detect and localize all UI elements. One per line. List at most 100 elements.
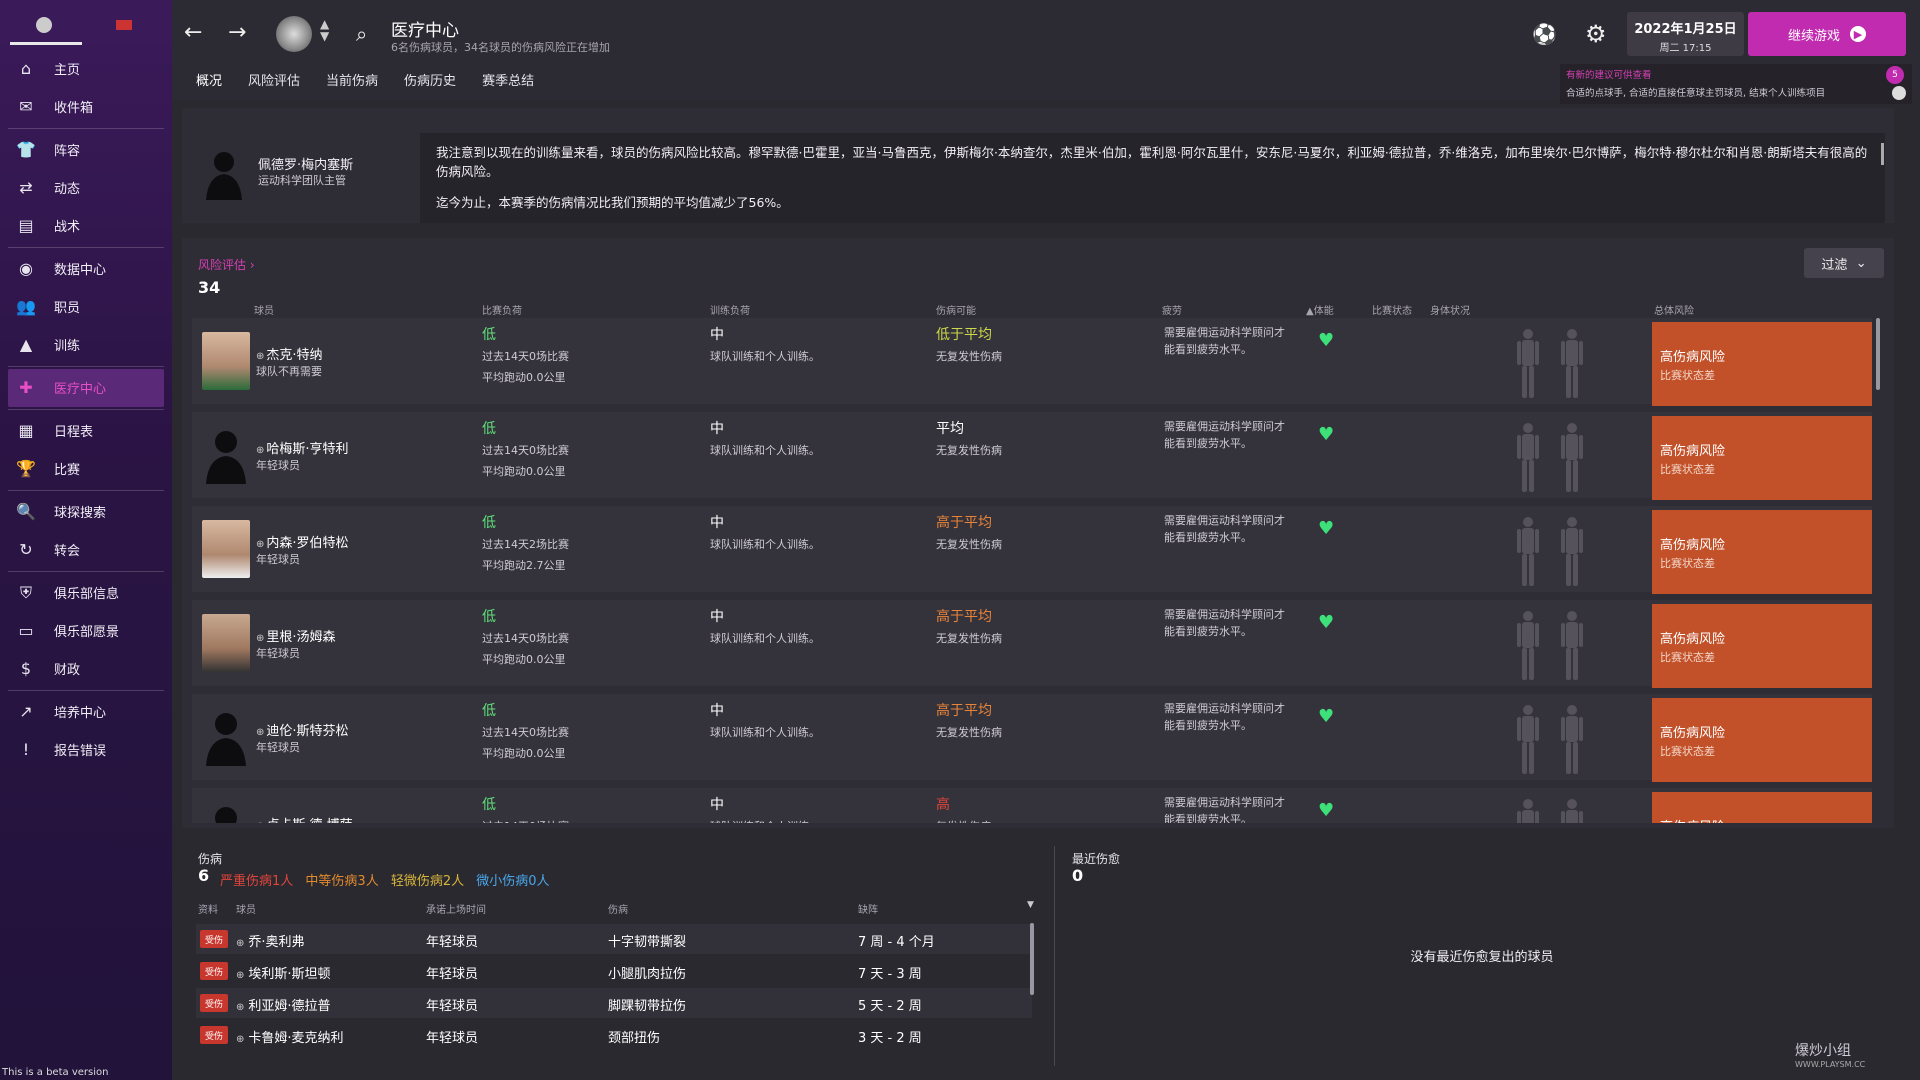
risk-row[interactable]: ⊕ 内森·罗伯特松 年轻球员 低 过去14天2场比赛 平均跑动2.7公里 中 球队…	[192, 506, 1872, 594]
col-overall-risk[interactable]: 总体风险	[1654, 302, 1694, 317]
risk-assessment-link[interactable]: 风险评估 ›	[198, 256, 255, 273]
col-training-load[interactable]: 训练负荷	[710, 302, 750, 317]
sidebar-item-trophy[interactable]: 🏆 比赛	[0, 450, 172, 488]
overall-risk-badge[interactable]: 高伤病风险比赛状态差	[1652, 698, 1872, 782]
risk-row[interactable]: ⊕ 里根·汤姆森 年轻球员 低 过去14天0场比赛 平均跑动0.0公里 中 球队训…	[192, 600, 1872, 688]
sidebar-item-inbox[interactable]: ✉ 收件箱	[0, 88, 172, 126]
player-name-cell[interactable]: ⊕ 内森·罗伯特松	[256, 532, 349, 551]
injury-row[interactable]: 受伤 ⊕ 利亚姆·德拉普 年轻球员 脚踝韧带拉伤 5 天 - 2 周	[196, 988, 1032, 1018]
injured-player-cell[interactable]: ⊕ 利亚姆·德拉普	[236, 995, 331, 1014]
date-display[interactable]: 2022年1月25日 周二 17:15	[1627, 12, 1744, 56]
search-icon[interactable]: ⌕	[356, 22, 367, 46]
tab-season-summary[interactable]: 赛季总结	[482, 64, 534, 100]
injury-row[interactable]: 受伤 ⊕ 乔·奥利弗 年轻球员 十字韧带撕裂 7 周 - 4 个月	[196, 924, 1032, 954]
col-injury[interactable]: 伤病	[608, 901, 628, 916]
recurring-injury-text: 无复发性伤病	[936, 726, 1002, 739]
col-match-load[interactable]: 比赛负荷	[482, 302, 522, 317]
risk-row[interactable]: ⊕ 哈梅斯·亨特利 年轻球员 低 过去14天0场比赛 平均跑动0.0公里 中 球队…	[192, 412, 1872, 500]
help-icon[interactable]: ⚽	[1532, 22, 1557, 46]
overall-risk-badge[interactable]: 高伤病风险比赛状态差	[1652, 510, 1872, 594]
player-name-cell[interactable]: ⊕ 里根·汤姆森	[256, 626, 336, 645]
sidebar-item-medical[interactable]: ✚ 医疗中心	[8, 369, 164, 407]
player-avatar[interactable]	[202, 614, 250, 672]
injury-type: 脚踝韧带拉伤	[608, 999, 687, 1014]
player-name-cell[interactable]: ⊕ 哈梅斯·亨特利	[256, 438, 349, 457]
injury-duration: 3 天 - 2 周	[858, 1031, 922, 1046]
col-promised-time[interactable]: 承诺上场时间	[426, 901, 486, 916]
recurring-injury-text: 无复发性伤病	[936, 350, 1002, 363]
risk-row[interactable]: ⊕卢卡斯·德·博萨 年轻球员 低 过去14天0场比赛 平均跑动0.0公里 中 球…	[192, 788, 1872, 823]
injury-row[interactable]: 受伤 ⊕ 卡鲁姆·麦克纳利 年轻球员 颈部扭伤 3 天 - 2 周	[196, 1020, 1032, 1050]
player-avatar[interactable]	[202, 520, 250, 578]
col-fatigue[interactable]: 疲劳	[1162, 302, 1182, 317]
sort-down-icon[interactable]: ▼	[1027, 900, 1034, 910]
moderate-count[interactable]: 中等伤病3人	[305, 874, 378, 889]
injured-player-cell[interactable]: ⊕ 埃利斯·斯坦顿	[236, 963, 331, 982]
sidebar-item-dynamics[interactable]: ⇄ 动态	[0, 169, 172, 207]
overall-risk-badge[interactable]: 高伤病风险比赛状态差	[1652, 416, 1872, 500]
tab-risk[interactable]: 风险评估	[248, 64, 300, 100]
sidebar-item-home[interactable]: ⌂ 主页	[0, 50, 172, 88]
col-inj-player[interactable]: 球员	[236, 901, 256, 916]
risk-row[interactable]: ⊕ 杰克·特纳 球队不再需要 低 过去14天0场比赛 平均跑动0.0公里 中 球队…	[192, 318, 1872, 406]
club-crest-icon[interactable]	[36, 17, 52, 33]
staff-avatar[interactable]	[204, 148, 244, 200]
sidebar-item-squad[interactable]: 👕 阵容	[0, 131, 172, 169]
development-icon: ↗	[19, 702, 33, 721]
sidebar-item-scouting[interactable]: 🔍 球探搜索	[0, 493, 172, 531]
risk-scrollbar[interactable]	[1876, 318, 1880, 390]
filter-button[interactable]: 过滤 ⌄	[1804, 248, 1884, 278]
sidebar-item-staff[interactable]: 👥 职员	[0, 288, 172, 326]
injury-row[interactable]: 受伤 ⊕ 埃利斯·斯坦顿 年轻球员 小腿肌肉拉伤 7 天 - 3 周	[196, 956, 1032, 986]
injuries-title: 伤病	[198, 852, 223, 866]
overall-risk-badge[interactable]: 高伤病风险比赛状态差	[1652, 792, 1872, 823]
sidebar-item-club-info[interactable]: ⛨ 俱乐部信息	[0, 574, 172, 612]
player-avatar[interactable]	[202, 332, 250, 390]
gear-icon[interactable]: ⚙	[1585, 20, 1607, 48]
sidebar-item-training[interactable]: ▲ 训练	[0, 326, 172, 364]
tab-overview[interactable]: 概况	[196, 64, 222, 100]
tiny-count[interactable]: 微小伤病0人	[476, 874, 549, 889]
player-avatar[interactable]	[202, 708, 250, 766]
col-player[interactable]: 球员	[254, 302, 274, 317]
club-badge-icon[interactable]	[276, 16, 312, 52]
severe-count[interactable]: 严重伤病1人	[220, 874, 293, 889]
col-body-status[interactable]: 身体状况	[1430, 302, 1470, 317]
sidebar-item-club-vision[interactable]: ▭ 俱乐部愿景	[0, 612, 172, 650]
sidebar-item-development[interactable]: ↗ 培养中心	[0, 693, 172, 731]
advice-scrollbar[interactable]	[1881, 143, 1884, 165]
col-injury-chance[interactable]: 伤病可能	[936, 302, 976, 317]
sidebar-item-schedule[interactable]: ▦ 日程表	[0, 412, 172, 450]
nation-flag-icon[interactable]	[116, 20, 132, 30]
player-avatar[interactable]	[202, 802, 250, 823]
sidebar-item-finances[interactable]: $ 财政	[0, 650, 172, 688]
tab-injury-history[interactable]: 伤病历史	[404, 64, 456, 100]
player-avatar[interactable]	[202, 426, 250, 484]
club-switch-icon[interactable]: ▲ ▼	[320, 18, 329, 42]
col-match-sharpness[interactable]: 比赛状态	[1372, 302, 1412, 317]
back-arrow-icon[interactable]: ←	[184, 20, 202, 45]
sidebar-item-transfers[interactable]: ↻ 转会	[0, 531, 172, 569]
col-absence[interactable]: 缺阵	[858, 901, 878, 916]
col-info[interactable]: 资料	[198, 901, 218, 916]
injured-player-cell[interactable]: ⊕ 乔·奥利弗	[236, 931, 305, 950]
suggestion-notice[interactable]: 有新的建议可供查看 合适的点球手, 合适的直接任意球主罚球员, 结束个人训练项目…	[1560, 64, 1912, 104]
sidebar-item-report-bug[interactable]: ! 报告错误	[0, 731, 172, 769]
col-condition[interactable]: ▲体能	[1306, 302, 1334, 317]
risk-row[interactable]: ⊕ 迪伦·斯特芬松 年轻球员 低 过去14天0场比赛 平均跑动0.0公里 中 球队…	[192, 694, 1872, 782]
minor-count[interactable]: 轻微伤病2人	[391, 874, 464, 889]
injury-scrollbar[interactable]	[1030, 923, 1034, 995]
player-name-cell[interactable]: ⊕ 杰克·特纳	[256, 344, 323, 363]
chevron-down-icon: ⌄	[1855, 255, 1867, 271]
forward-arrow-icon[interactable]: →	[228, 20, 246, 45]
staff-name[interactable]: 佩德罗·梅内塞斯	[258, 154, 353, 173]
injured-player-cell[interactable]: ⊕ 卡鲁姆·麦克纳利	[236, 1027, 344, 1046]
continue-button[interactable]: 继续游戏 ▶	[1748, 12, 1906, 56]
overall-risk-badge[interactable]: 高伤病风险比赛状态差	[1652, 604, 1872, 688]
player-name-cell[interactable]: ⊕卢卡斯·德·博萨	[256, 814, 353, 823]
sidebar-item-tactics[interactable]: ▤ 战术	[0, 207, 172, 245]
overall-risk-badge[interactable]: 高伤病风险比赛状态差	[1652, 322, 1872, 406]
sidebar-item-data-hub[interactable]: ◉ 数据中心	[0, 250, 172, 288]
player-name-cell[interactable]: ⊕ 迪伦·斯特芬松	[256, 720, 349, 739]
tab-current-injuries[interactable]: 当前伤病	[326, 64, 378, 100]
